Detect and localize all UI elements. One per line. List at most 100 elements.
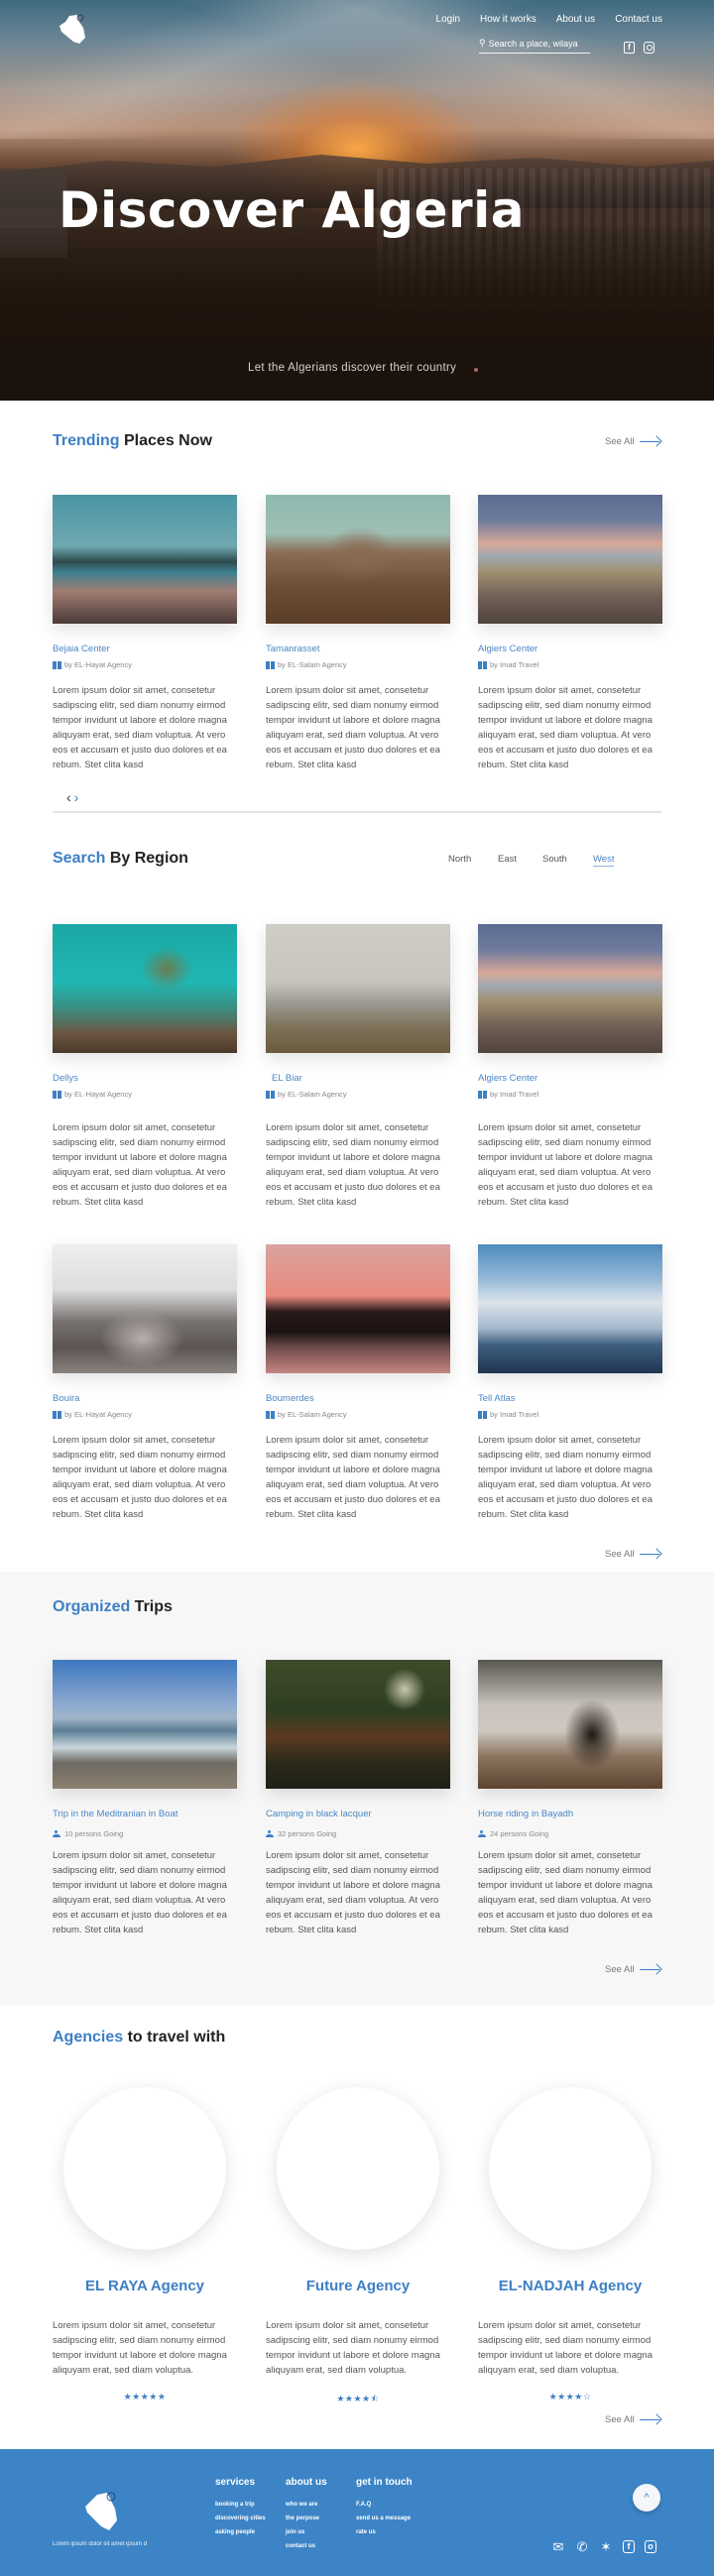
trip-image[interactable] xyxy=(266,1660,450,1789)
region-card[interactable]: Tell Atlas by Imad Travel Lorem ipsum do… xyxy=(478,1244,662,1522)
agency-label: by EL-Salam Agency xyxy=(278,660,347,669)
agency-card[interactable]: Future Agency Lorem ipsum dolor sit amet… xyxy=(266,2087,450,2407)
trip-card[interactable]: Horse riding in Bayadh 24 persons Going … xyxy=(478,1660,662,1937)
trip-name[interactable]: Horse riding in Bayadh xyxy=(478,1809,662,1819)
place-image[interactable] xyxy=(478,1244,662,1373)
chevron-left-icon[interactable]: ‹ xyxy=(66,789,71,805)
place-image[interactable] xyxy=(478,924,662,1053)
place-agency: by Imad Travel xyxy=(478,1410,662,1419)
region-card[interactable]: Dellys by EL-Hayat Agency Lorem ipsum do… xyxy=(53,924,237,1210)
hero-title: Discover Algeria xyxy=(59,181,526,239)
region-card[interactable]: EL Biar by EL-Salam Agency Lorem ipsum d… xyxy=(266,924,450,1210)
algeria-logo-icon[interactable] xyxy=(81,2491,121,2532)
place-image[interactable] xyxy=(53,495,237,624)
place-name[interactable]: Algiers Center xyxy=(478,1073,662,1084)
star-rating-icon: ★★★★⯪ xyxy=(336,2394,380,2403)
agencies-title: Agencies to travel with xyxy=(53,2029,225,2047)
place-name[interactable]: Bejaia Center xyxy=(53,644,237,654)
footer-link[interactable]: who we are xyxy=(286,2502,327,2508)
region-card[interactable]: Bouira by EL-Hayat Agency Lorem ipsum do… xyxy=(53,1244,237,1522)
trips-see-all-link[interactable]: See All xyxy=(605,1964,661,1975)
agency-name[interactable]: Future Agency xyxy=(266,2278,450,2294)
agency-logo[interactable] xyxy=(63,2087,226,2250)
agency-card[interactable]: EL RAYA Agency Lorem ipsum dolor sit ame… xyxy=(53,2087,237,2402)
nav-contact-us[interactable]: Contact us xyxy=(615,14,662,25)
trip-image[interactable] xyxy=(478,1660,662,1789)
chevron-right-icon[interactable]: › xyxy=(74,789,79,805)
instagram-icon[interactable]: o xyxy=(645,2540,656,2553)
trending-card[interactable]: Bejaia Center by EL-Hayat Agency Lorem i… xyxy=(53,495,237,772)
twitter-icon[interactable]: ✶ xyxy=(599,2540,613,2553)
trip-name[interactable]: Trip in the Meditranian in Boat xyxy=(53,1809,237,1819)
place-image[interactable] xyxy=(53,1244,237,1373)
place-description: Lorem ipsum dolor sit amet, consetetur s… xyxy=(266,1435,440,1520)
tab-west[interactable]: West xyxy=(593,854,615,867)
agency-name[interactable]: EL-NADJAH Agency xyxy=(478,2278,662,2294)
going-label: 24 persons Going xyxy=(490,1829,549,1838)
region-see-all-link[interactable]: See All xyxy=(605,1549,661,1560)
trip-card[interactable]: Camping in black lacquer 32 persons Goin… xyxy=(266,1660,450,1937)
footer-col-services: services booking a trip discovering citi… xyxy=(215,2477,266,2543)
trending-title-accent: Trending xyxy=(53,432,120,449)
footer-link[interactable]: rate us xyxy=(356,2529,413,2535)
trip-image[interactable] xyxy=(53,1660,237,1789)
footer-link[interactable]: the perpose xyxy=(286,2516,327,2521)
footer-link[interactable]: join us xyxy=(286,2529,327,2535)
agency-card[interactable]: EL-NADJAH Agency Lorem ipsum dolor sit a… xyxy=(478,2087,662,2402)
trending-card[interactable]: Algiers Center by Imad Travel Lorem ipsu… xyxy=(478,495,662,772)
footer-heading: about us xyxy=(286,2477,327,2488)
place-agency: by EL-Hayat Agency xyxy=(53,1410,237,1419)
tab-east[interactable]: East xyxy=(498,854,517,865)
arrow-right-icon xyxy=(639,2415,661,2425)
agency-logo[interactable] xyxy=(277,2087,439,2250)
nav-login[interactable]: Login xyxy=(436,14,460,25)
place-image[interactable] xyxy=(266,495,450,624)
trip-card[interactable]: Trip in the Meditranian in Boat 10 perso… xyxy=(53,1660,237,1937)
scroll-to-top-button[interactable]: ^ xyxy=(633,2484,660,2512)
algeria-logo-icon[interactable] xyxy=(58,14,87,46)
place-agency: by EL-Hayat Agency xyxy=(53,1090,237,1099)
search-input[interactable] xyxy=(488,38,588,49)
agency-label: by EL-Hayat Agency xyxy=(64,660,132,669)
agency-logo[interactable] xyxy=(489,2087,652,2250)
place-name[interactable]: Boumerdes xyxy=(266,1393,450,1404)
place-image[interactable] xyxy=(478,495,662,624)
search-icon: ⚲ xyxy=(479,38,486,48)
footer-link[interactable]: asking people xyxy=(215,2529,266,2535)
tab-south[interactable]: South xyxy=(542,854,567,865)
footer-link[interactable]: discovering cities xyxy=(215,2516,266,2521)
phone-icon[interactable]: ✆ xyxy=(575,2540,589,2553)
place-name[interactable]: Bouira xyxy=(53,1393,237,1404)
footer-link[interactable]: send us a message xyxy=(356,2516,413,2521)
footer-link[interactable]: F.A.Q xyxy=(356,2502,413,2508)
place-name[interactable]: Tell Atlas xyxy=(478,1393,662,1404)
trending-see-all-link[interactable]: See All xyxy=(605,436,661,447)
footer-link[interactable]: booking a trip xyxy=(215,2502,266,2508)
agency-name[interactable]: EL RAYA Agency xyxy=(53,2278,237,2294)
place-image[interactable] xyxy=(266,924,450,1053)
place-image[interactable] xyxy=(266,1244,450,1373)
region-card[interactable]: Boumerdes by EL-Salam Agency Lorem ipsum… xyxy=(266,1244,450,1522)
instagram-icon[interactable] xyxy=(644,42,654,54)
place-description: Lorem ipsum dolor sit amet, consetetur s… xyxy=(478,685,653,770)
trip-name[interactable]: Camping in black lacquer xyxy=(266,1809,450,1819)
trips-title: Organized Trips xyxy=(53,1598,173,1616)
place-name[interactable]: Dellys xyxy=(53,1073,237,1084)
footer-link[interactable]: contact us xyxy=(286,2543,327,2549)
nav-about-us[interactable]: About us xyxy=(556,14,595,25)
mail-icon[interactable]: ✉ xyxy=(551,2540,565,2553)
place-name[interactable]: EL Biar xyxy=(266,1073,450,1084)
trending-card[interactable]: Tamanrasset by EL-Salam Agency Lorem ips… xyxy=(266,495,450,772)
tab-north[interactable]: North xyxy=(448,854,471,865)
facebook-icon[interactable]: f xyxy=(624,42,635,54)
see-all-label: See All xyxy=(605,1964,635,1975)
building-icon xyxy=(53,1410,61,1419)
place-description: Lorem ipsum dolor sit amet, consetetur s… xyxy=(53,1122,227,1208)
nav-how-it-works[interactable]: How it works xyxy=(480,14,536,25)
region-card[interactable]: Algiers Center by Imad Travel Lorem ipsu… xyxy=(478,924,662,1210)
agencies-see-all-link[interactable]: See All xyxy=(605,2414,661,2425)
place-name[interactable]: Algiers Center xyxy=(478,644,662,654)
place-image[interactable] xyxy=(53,924,237,1053)
facebook-icon[interactable]: f xyxy=(623,2540,635,2553)
place-name[interactable]: Tamanrasset xyxy=(266,644,450,654)
